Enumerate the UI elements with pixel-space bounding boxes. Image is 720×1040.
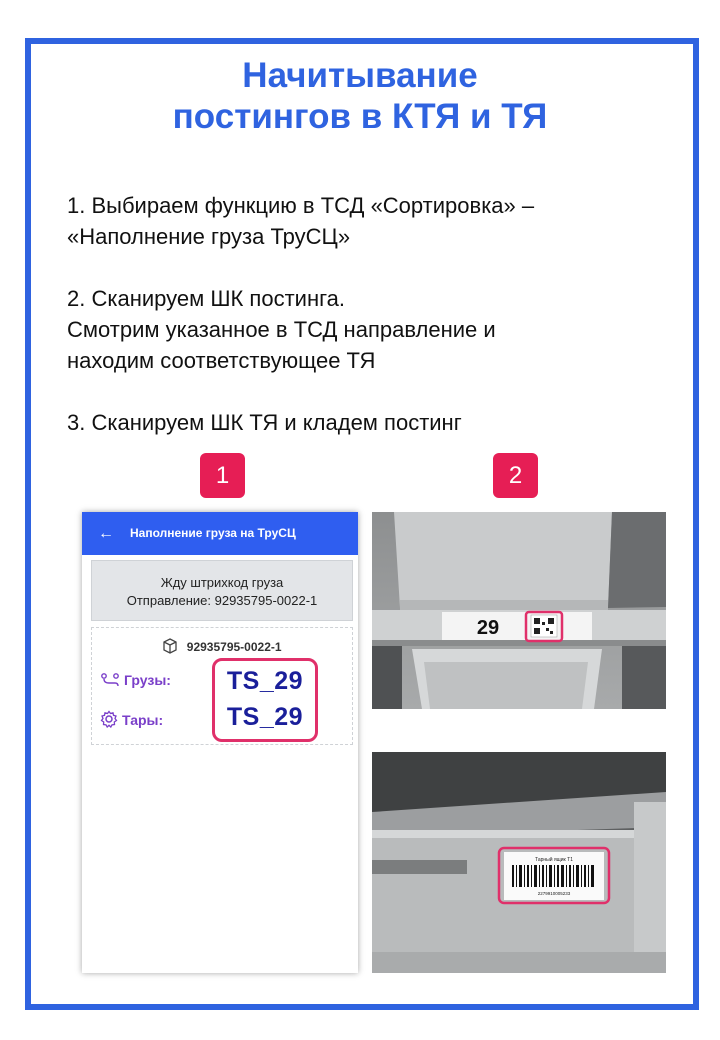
tare-value: TS_29 (226, 703, 304, 731)
badge-2: 2 (493, 453, 538, 498)
cargo-label-row: Грузы: (100, 672, 171, 688)
cargo-value: TS_29 (226, 667, 304, 695)
instructions: 1. Выбираем функцию в ТСД «Сортировка» –… (67, 190, 667, 438)
posting-info: 92935795-0022-1 Грузы: Тары: TS_29 TS_29 (91, 627, 353, 745)
tsd-screen: ← Наполнение груза на ТруСЦ Жду штрихкод… (82, 512, 358, 973)
destination-highlight: TS_29 TS_29 (212, 658, 318, 742)
tare-label: Тары: (122, 712, 164, 728)
tare-label-row: Тары: (100, 710, 164, 729)
posting-number: 92935795-0022-1 (186, 640, 282, 654)
shelf-photo-drawing: 29 (372, 512, 666, 709)
posting-row: 92935795-0022-1 (92, 638, 352, 654)
shelf-photo: 29 (372, 512, 666, 709)
shipment-text: Отправление: 92935795-0022-1 (126, 593, 318, 608)
gear-icon (100, 710, 118, 729)
cargo-label: Грузы: (124, 672, 171, 688)
box-icon (163, 638, 178, 654)
tare-label-title: Тарный ящик T1 (535, 856, 573, 863)
tare-label-code: 2279910005233 (538, 891, 571, 896)
step-2-line-1: 2. Сканируем ШК постинга. (67, 286, 345, 311)
step-2-line-3: находим соответствующее ТЯ (67, 348, 376, 373)
tare-box-photo-drawing: Тарный ящик T1 2279910005233 (372, 752, 666, 973)
step-1-line-2: «Наполнение груза ТруСЦ» (67, 224, 351, 249)
step-3-line-1: 3. Сканируем ШК ТЯ и кладем постинг (67, 410, 462, 435)
tsd-header: ← Наполнение груза на ТруСЦ (82, 512, 358, 555)
title-line-2: постингов в КТЯ и ТЯ (172, 97, 548, 136)
step-1-line-1: 1. Выбираем функцию в ТСД «Сортировка» – (67, 193, 535, 218)
route-icon (101, 673, 119, 687)
title-line-1: Начитывание (242, 56, 478, 95)
wait-text: Жду штрихкод груза (160, 575, 284, 590)
step-2-line-2: Смотрим указанное в ТСД направление и (67, 317, 496, 342)
arrow-left-icon[interactable]: ← (98, 512, 114, 555)
tsd-header-title: Наполнение груза на ТруСЦ (130, 526, 296, 540)
tare-box-photo: Тарный ящик T1 2279910005233 (372, 752, 666, 973)
status-box: Жду штрихкод груза Отправление: 92935795… (91, 560, 353, 621)
page-title: Начитывание постингов в КТЯ и ТЯ (0, 55, 720, 137)
badge-1: 1 (200, 453, 245, 498)
shelf-number: 29 (477, 617, 499, 639)
